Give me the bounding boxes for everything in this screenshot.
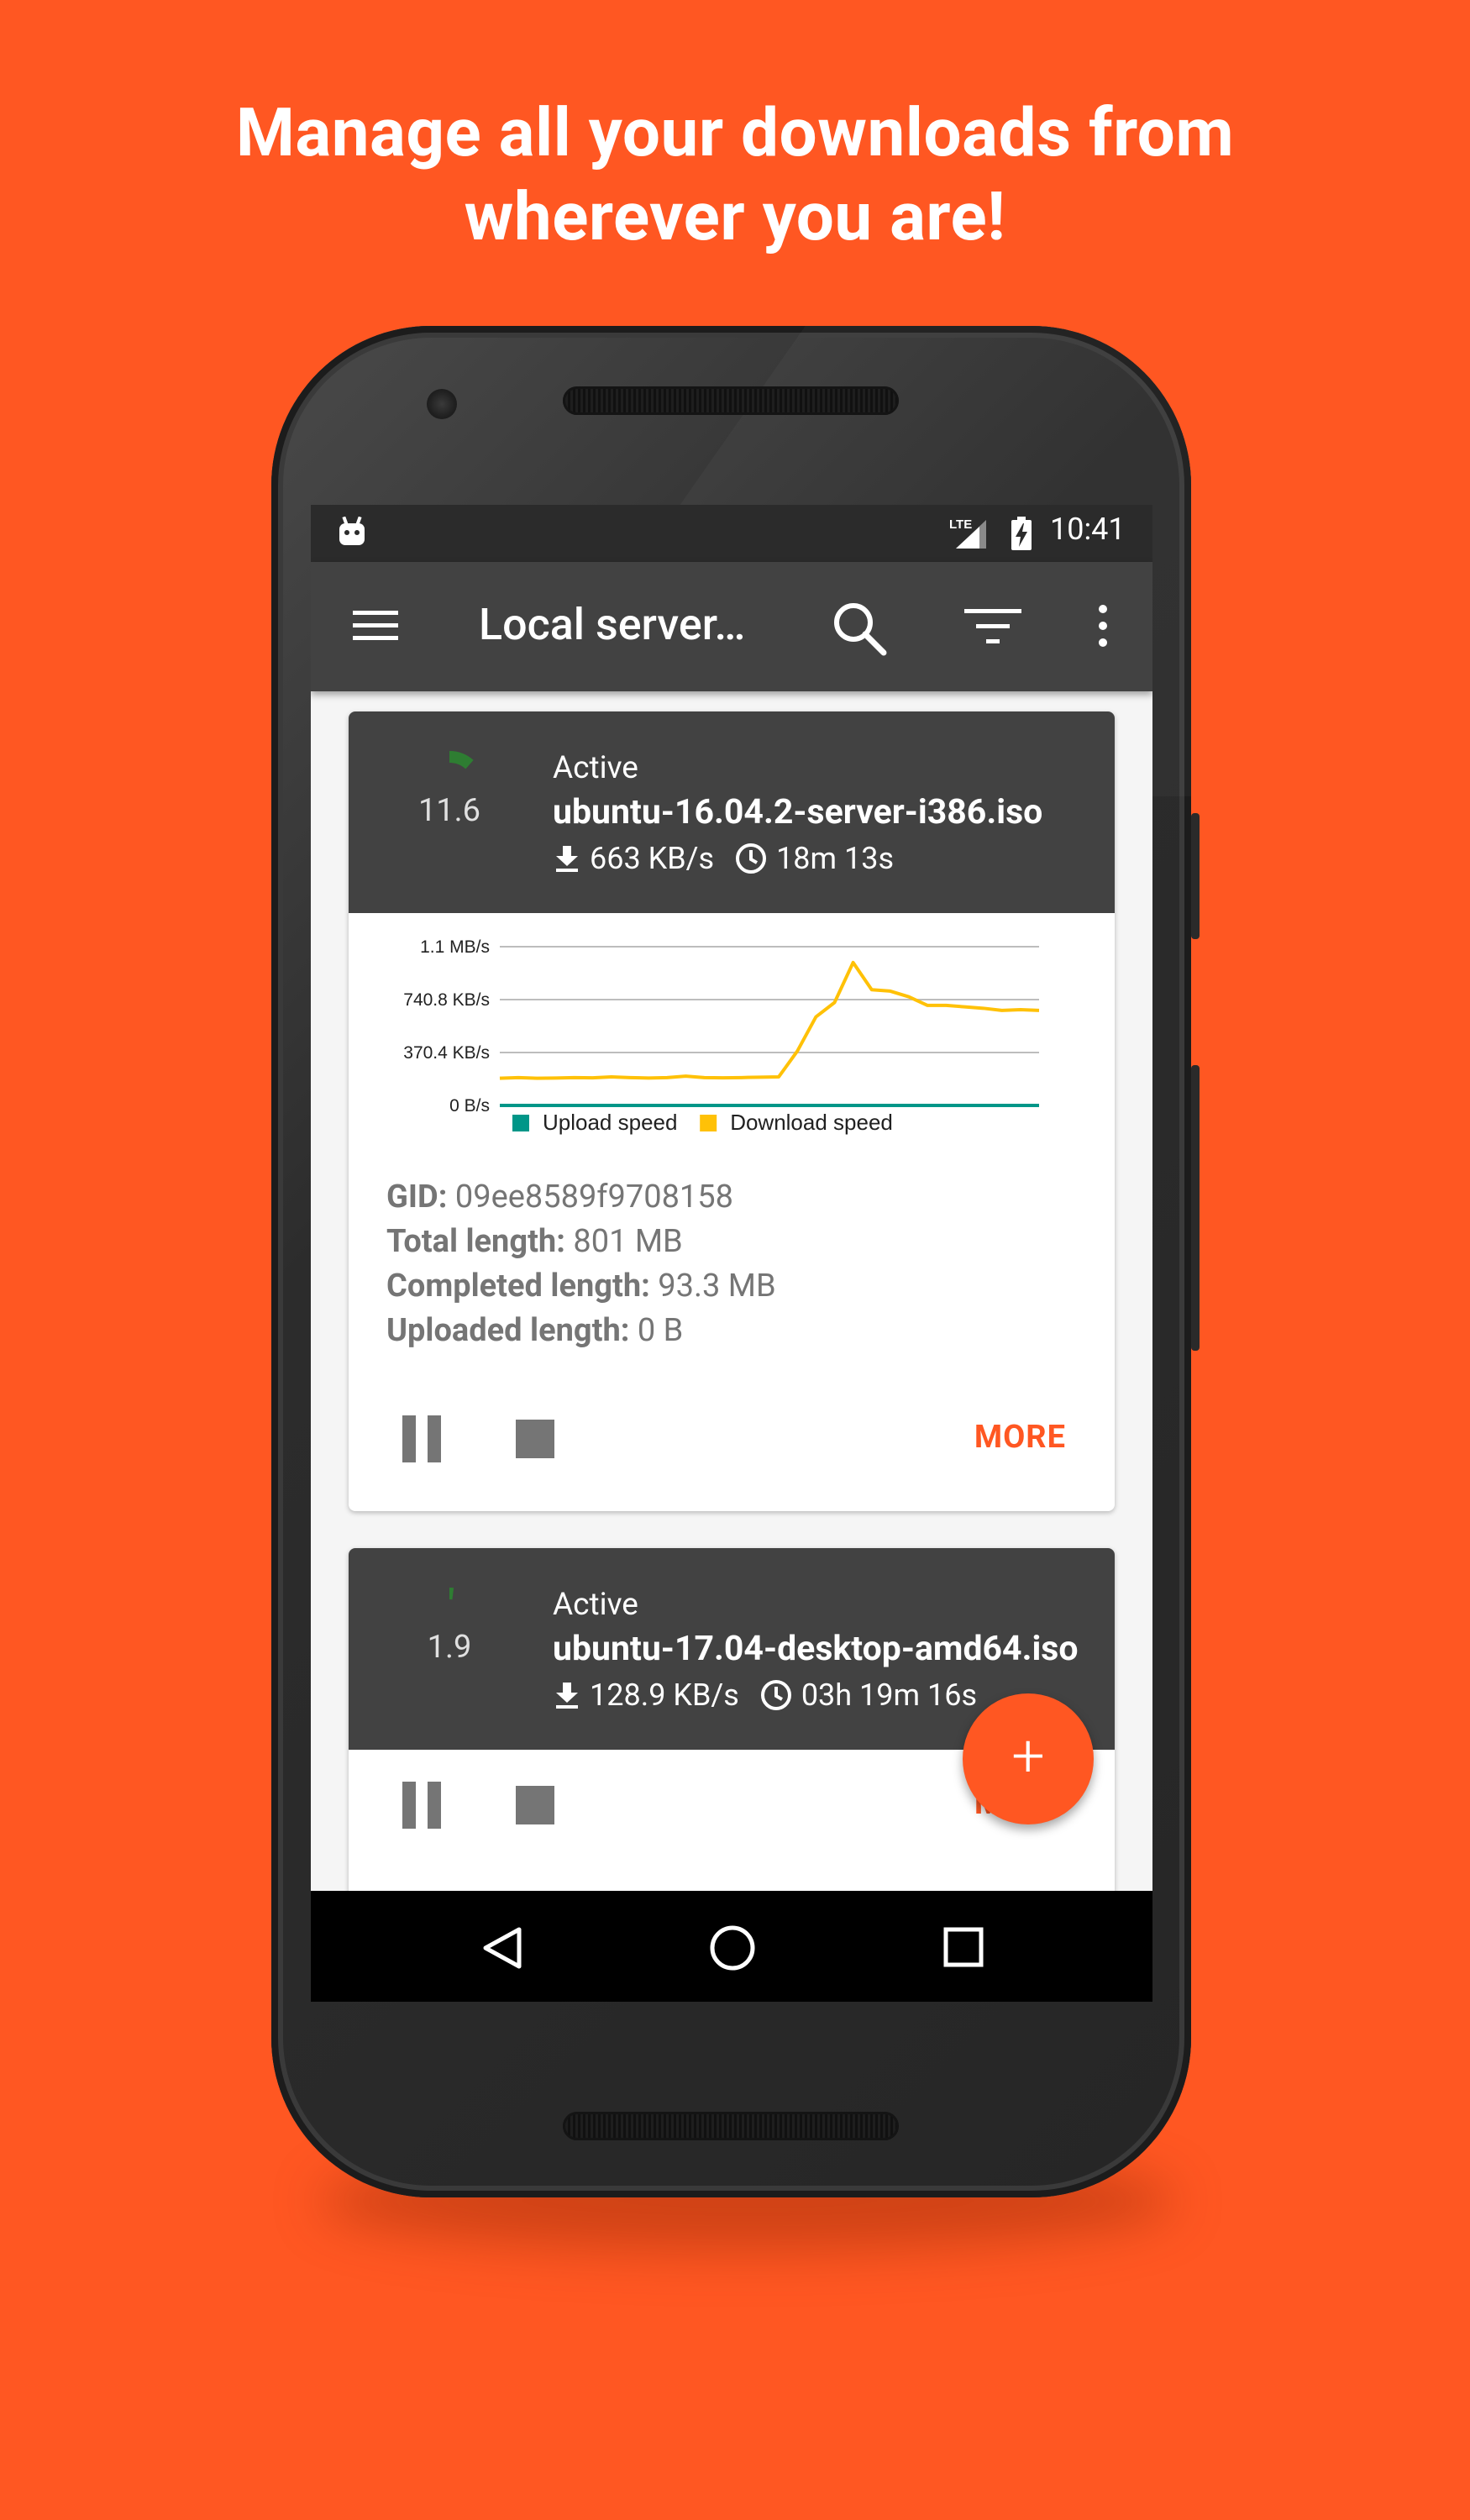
clock: 10:41: [1050, 512, 1126, 547]
chart-y-tick-label: 370.4 KB/s: [403, 1043, 490, 1063]
progress-value: 11.6: [417, 792, 481, 829]
total-length-row: Total length: 801 MB: [386, 1220, 776, 1264]
pause-icon-bar-left: [402, 1782, 416, 1829]
download-arrow-icon: [556, 1683, 578, 1709]
stop-button[interactable]: [516, 1420, 554, 1458]
download-card[interactable]: 11.6 Active ubuntu-16.04.2-server-i386.i…: [349, 711, 1115, 1511]
add-download-fab[interactable]: +: [963, 1693, 1094, 1824]
pause-button[interactable]: [402, 1415, 443, 1462]
total-length-value: 801 MB: [573, 1223, 683, 1260]
download-filename: ubuntu-16.04.2-server-i386.iso: [553, 792, 1043, 832]
overflow-menu-icon[interactable]: [1095, 602, 1111, 649]
chart-y-tick-label: 740.8 KB/s: [403, 990, 490, 1010]
download-speed-line: 128.9 KB/s 03h 19m 16s: [553, 1677, 977, 1713]
filter-icon[interactable]: [964, 606, 1023, 648]
search-icon[interactable]: [830, 599, 889, 658]
legend-label: Download speed: [730, 1110, 893, 1135]
download-arrow-icon: [556, 846, 578, 872]
pause-icon-bar-right: [428, 1415, 441, 1462]
chart-y-tick-label: 0 B/s: [449, 1096, 490, 1116]
more-button[interactable]: MORE: [974, 1419, 1066, 1456]
pause-button[interactable]: [402, 1782, 443, 1829]
lte-signal-icon: LTE: [949, 517, 986, 549]
battery-charging-icon: [1011, 517, 1032, 550]
home-icon[interactable]: [707, 1923, 758, 1973]
headline-line-1: Manage all your downloads from: [235, 93, 1235, 172]
download-actions: MORE: [349, 1399, 1115, 1483]
pause-icon-bar-right: [428, 1782, 441, 1829]
completed-length-label: Completed length:: [386, 1268, 650, 1305]
chart-y-tick-label: 1.1 MB/s: [420, 937, 490, 957]
navigation-bar: [311, 1891, 1152, 2002]
top-speaker: [563, 386, 899, 415]
bottom-speaker: [563, 2112, 899, 2140]
svg-text:LTE: LTE: [949, 517, 972, 532]
download-status: Active: [553, 750, 638, 786]
clock-icon: [736, 843, 767, 874]
download-speed-line: 663 KB/s 18m 13s: [553, 841, 894, 876]
app-bar-title[interactable]: Local server…: [479, 599, 745, 650]
uploaded-length-row: Uploaded length: 0 B: [386, 1309, 776, 1353]
volume-button: [1191, 1065, 1200, 1351]
total-length-label: Total length:: [386, 1223, 565, 1260]
gid-label: GID:: [386, 1179, 448, 1215]
gid-row: GID: 09ee8589f9708158: [386, 1175, 776, 1220]
pause-icon-bar-left: [402, 1415, 416, 1462]
download-filename: ubuntu-17.04-desktop-amd64.iso: [553, 1629, 1079, 1669]
legend-label: Upload speed: [543, 1110, 677, 1135]
legend-swatch: [512, 1115, 529, 1131]
android-notification-icon: [339, 517, 365, 545]
back-icon[interactable]: [479, 1924, 526, 1971]
download-speed: 663 KB/s: [590, 841, 715, 876]
uploaded-length-value: 0 B: [637, 1312, 684, 1349]
download-status: Active: [553, 1587, 638, 1623]
headline: Manage all your downloads from wherever …: [0, 91, 1470, 259]
chart-series-download: [499, 960, 1040, 1080]
completed-length-value: 93.3 MB: [658, 1268, 776, 1305]
download-info: GID: 09ee8589f9708158 Total length: 801 …: [386, 1175, 776, 1353]
menu-icon[interactable]: [353, 607, 400, 644]
front-camera: [427, 389, 457, 419]
gid-value: 09ee8589f9708158: [454, 1179, 734, 1215]
stop-button[interactable]: [516, 1786, 554, 1824]
speed-chart: 1.1 MB/s 740.8 KB/s 370.4 KB/s 0 B/s Upload…: [403, 937, 1040, 1135]
recents-icon[interactable]: [942, 1926, 986, 1970]
power-button: [1191, 813, 1200, 939]
app-bar: Local server…: [311, 562, 1152, 691]
progress-value: 1.9: [427, 1629, 472, 1666]
download-card-header[interactable]: 11.6 Active ubuntu-16.04.2-server-i386.i…: [349, 711, 1115, 913]
uploaded-length-label: Uploaded length:: [386, 1312, 630, 1349]
completed-length-row: Completed length: 93.3 MB: [386, 1264, 776, 1309]
clock-icon: [760, 1680, 791, 1710]
headline-line-2: wherever you are!: [464, 177, 1006, 256]
status-bar: LTE 10:41: [311, 505, 1152, 562]
legend-swatch: [700, 1115, 717, 1131]
download-speed: 128.9 KB/s: [590, 1677, 739, 1713]
download-eta: 18m 13s: [776, 841, 895, 876]
download-eta: 03h 19m 16s: [801, 1677, 978, 1713]
